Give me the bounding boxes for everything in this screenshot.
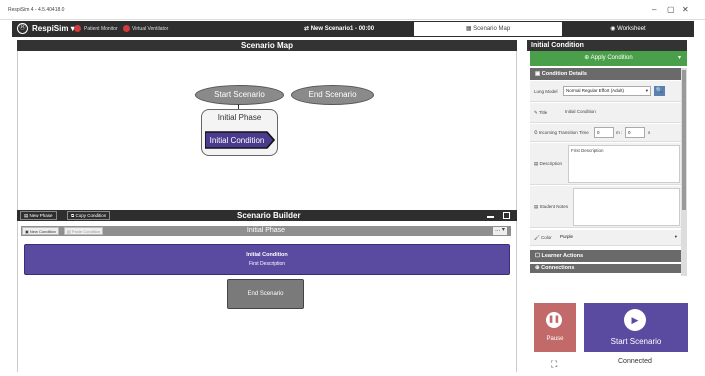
scenario-builder-toolbar: ▤ New Phase ⧉ Copy Condition Scenario Bu… — [17, 210, 517, 221]
transition-time-label-text: Incoming Transition Time — [538, 130, 589, 135]
maximize-icon[interactable]: ▢ — [667, 5, 675, 14]
initial-phase-label: Initial Phase — [217, 113, 262, 122]
end-scenario-card[interactable]: End Scenario — [227, 279, 304, 309]
fullscreen-icon[interactable]: ⛶ — [551, 360, 560, 369]
phase-title: Initial Phase — [246, 227, 286, 234]
title-input[interactable]: Initial Condition — [563, 107, 675, 118]
new-phase-label: New Phase — [29, 213, 53, 218]
color-row: 🖌 Color Purple ▾ — [530, 230, 681, 246]
virtual-ventilator-link[interactable]: Virtual Ventilator — [132, 26, 168, 32]
learner-actions-label: Learner Actions — [541, 253, 584, 259]
patient-monitor-status-icon — [74, 25, 81, 32]
scrollbar-thumb[interactable] — [682, 70, 686, 210]
apply-condition-button[interactable]: ⊕ Apply Condition ▾ — [530, 51, 687, 66]
condition-details-label: Condition Details — [541, 71, 587, 77]
lung-model-row: Lung Model Normal Regular Effort (Adult)… — [530, 81, 681, 102]
virtual-ventilator-status-icon — [123, 25, 130, 32]
lung-model-chevron-icon: ▾ — [645, 88, 648, 93]
tab-worksheet-label: Worksheet — [617, 26, 646, 32]
play-icon: ▶ — [624, 309, 646, 331]
tab-scenario-map-label: Scenario Map — [473, 26, 511, 32]
minimize-icon[interactable]: – — [652, 5, 656, 14]
apply-condition-label: Apply Condition — [590, 55, 633, 61]
app-header: Ⓡ RespiSim ▾ Patient Monitor Virtual Ven… — [12, 21, 694, 37]
chevron-down-icon[interactable]: ▾ — [678, 51, 681, 66]
pause-icon: ❚❚ — [546, 312, 562, 328]
transition-minutes-input[interactable]: 0 — [594, 127, 614, 138]
maximize-panel-icon[interactable] — [503, 212, 510, 219]
connections-header[interactable]: ⊕ Connections — [530, 264, 681, 273]
transition-time-label: ⏱ Incoming Transition Time — [534, 130, 589, 135]
lung-model-select[interactable]: Normal Regular Effort (Adult) ▾ — [563, 86, 651, 96]
scenario-title: ⇄ New Scenario1 - 00:00 — [304, 26, 375, 32]
description-label-text: Description — [539, 161, 563, 166]
title-label: ✎ Title — [534, 110, 548, 115]
phase-more-label: ... — [495, 227, 501, 233]
transition-seconds-input[interactable]: 0 — [625, 127, 645, 138]
scenario-title-text: New Scenario1 - 00:00 — [310, 26, 375, 32]
right-panel-title: Initial Condition — [527, 40, 687, 51]
copy-condition-label: Copy Condition — [75, 213, 107, 218]
student-notes-row: ▤ Student Notes — [530, 186, 681, 228]
minimize-panel-icon[interactable] — [487, 212, 494, 218]
phase-toolbar: ▣ New Condition ▤ Paste Condition Initia… — [21, 226, 511, 236]
scenario-builder-title: Scenario Builder — [237, 211, 301, 220]
patient-monitor-link[interactable]: Patient Monitor — [84, 26, 118, 32]
lung-model-search-icon[interactable]: 🔍 — [654, 86, 665, 96]
color-label: 🖌 Color — [534, 235, 552, 240]
window-title: RespiSim 4 - 4.5.40418.0 — [8, 7, 65, 13]
brand-menu[interactable]: RespiSim ▾ — [32, 24, 75, 33]
initial-condition-node-label: Initial Condition — [210, 136, 265, 145]
start-scenario-node[interactable]: Start Scenario — [195, 85, 284, 105]
lung-model-value: Normal Regular Effort (Adult) — [566, 88, 624, 93]
close-icon[interactable]: ✕ — [682, 5, 689, 14]
right-panel-scrollbar[interactable] — [681, 68, 687, 276]
student-notes-textarea[interactable] — [573, 188, 680, 226]
window-title-bar: RespiSim 4 - 4.5.40418.0 – ▢ ✕ — [0, 0, 705, 20]
color-value: Purple — [560, 234, 574, 239]
connections-label: Connections — [541, 265, 575, 271]
lung-model-label: Lung Model — [534, 89, 558, 94]
pause-label: Pause — [546, 336, 564, 342]
learner-actions-header[interactable]: ☐ Learner Actions — [530, 250, 681, 262]
new-phase-button[interactable]: ▤ New Phase — [20, 211, 57, 220]
color-select[interactable]: Purple ▾ — [558, 232, 679, 243]
start-scenario-button[interactable]: ▶ Start Scenario — [584, 303, 688, 352]
color-chevron-icon: ▾ — [674, 234, 677, 239]
tab-worksheet[interactable]: ◉ Worksheet — [564, 22, 692, 36]
app-logo-icon: Ⓡ — [17, 23, 28, 34]
pause-button[interactable]: ❚❚ Pause — [534, 303, 576, 352]
color-label-text: Color — [540, 235, 552, 240]
title-label-text: Title — [538, 110, 548, 115]
student-notes-label-text: Student Notes — [539, 204, 569, 209]
condition-card[interactable]: Initial Condition First Description — [24, 244, 510, 275]
condition-card-description: First Description — [248, 261, 286, 267]
scenario-map-header: Scenario Map — [17, 40, 517, 51]
copy-condition-button[interactable]: ⧉ Copy Condition — [67, 211, 111, 220]
minutes-unit-label: m — [616, 130, 620, 135]
minutes-colon: : — [621, 130, 623, 135]
student-notes-label: ▤ Student Notes — [534, 204, 569, 209]
connection-status: Connected — [618, 358, 652, 365]
start-scenario-label: Start Scenario — [610, 337, 662, 346]
condition-card-name: Initial Condition — [246, 252, 288, 258]
description-textarea[interactable]: First Description — [568, 145, 680, 183]
description-label: ▤ Description — [534, 161, 563, 166]
seconds-unit-label: s — [648, 130, 651, 135]
end-scenario-node[interactable]: End Scenario — [291, 85, 374, 105]
title-row: ✎ Title Initial Condition — [530, 103, 681, 123]
transition-time-row: ⏱ Incoming Transition Time 0 m : 0 s — [530, 124, 681, 142]
brand-label: RespiSim — [32, 24, 69, 33]
tab-scenario-map[interactable]: ▦ Scenario Map — [414, 22, 562, 36]
description-row: ▤ Description First Description — [530, 143, 681, 185]
phase-more-button[interactable]: ... ▾ — [493, 227, 507, 235]
condition-details-header[interactable]: ▣ Condition Details — [530, 68, 681, 80]
initial-condition-node[interactable]: Initial Condition — [205, 131, 275, 149]
